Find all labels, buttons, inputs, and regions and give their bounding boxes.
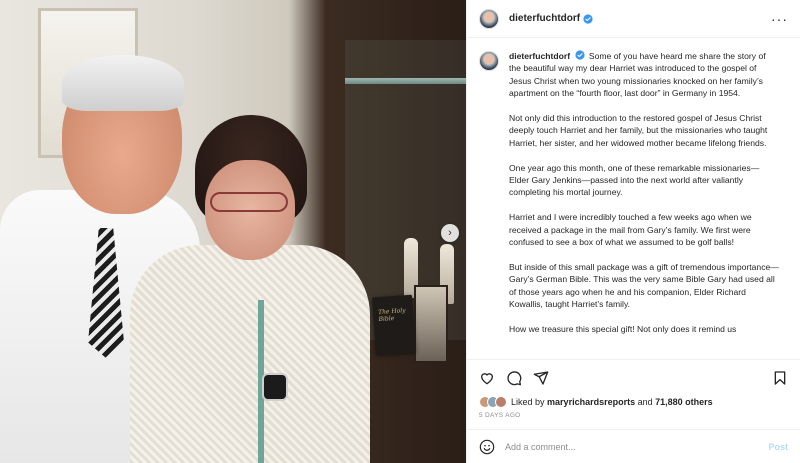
likes-prefix: Liked by (511, 397, 545, 407)
more-icon[interactable]: ··· (771, 11, 788, 27)
caption-paragraph: dieterfuchtdorf Some of you have heard m… (509, 50, 779, 100)
instagram-post: The Holy Bible › dieterfuchtdorf ··· die… (0, 0, 800, 463)
carousel-next-button[interactable]: › (441, 224, 459, 242)
caption-author-link[interactable]: dieterfuchtdorf (509, 51, 570, 61)
caption: dieterfuchtdorf Some of you have heard m… (509, 50, 779, 359)
caption-paragraph: Not only did this introduction to the re… (509, 113, 768, 148)
photo-watch (262, 373, 288, 401)
photo-bible: The Holy Bible (372, 294, 416, 356)
photo-man-hair (62, 55, 184, 111)
verified-icon (574, 50, 585, 60)
caption-paragraph: One year ago this month, one of these re… (509, 162, 760, 198)
likes-count-link[interactable]: 71,880 others (655, 397, 713, 407)
emoji-icon[interactable] (479, 439, 495, 455)
caption-area: dieterfuchtdorf Some of you have heard m… (467, 38, 800, 359)
post-comment-button[interactable]: Post (768, 442, 788, 452)
post-side-panel: dieterfuchtdorf ··· dieterfuchtdorf Some… (466, 0, 800, 463)
username-link[interactable]: dieterfuchtdorf (509, 13, 580, 24)
likes-summary: Liked by maryrichardsreports and 71,880 … (479, 396, 788, 408)
avatar[interactable] (479, 8, 499, 29)
share-icon[interactable] (533, 370, 549, 386)
avatar[interactable] (479, 51, 499, 71)
action-icons (479, 368, 788, 388)
photo-shelf (345, 78, 466, 84)
caption-paragraph: But inside of this small package was a g… (509, 261, 779, 310)
comment-icon[interactable] (506, 370, 522, 386)
caption-paragraph: How we treasure this special gift! Not o… (509, 323, 737, 334)
bible-title: The Holy Bible (377, 307, 406, 324)
photo-glasses (210, 192, 288, 212)
post-actions: Liked by maryrichardsreports and 71,880 … (467, 359, 800, 419)
verified-icon (583, 13, 593, 24)
post-timestamp[interactable]: 5 DAYS AGO (479, 412, 788, 419)
likes-and: and (637, 397, 653, 407)
caption-paragraph: Harriet and I were incredibly touched a … (509, 212, 752, 248)
liker-username-link[interactable]: maryrichardsreports (547, 397, 635, 407)
post-header: dieterfuchtdorf ··· (467, 0, 800, 38)
liker-avatar (495, 396, 507, 408)
post-photo[interactable]: The Holy Bible › (0, 0, 466, 463)
bookmark-icon[interactable] (772, 370, 788, 386)
liker-avatars (479, 396, 507, 408)
comment-input[interactable] (505, 441, 769, 452)
photo-woman-body (130, 245, 370, 463)
photo-frame (414, 285, 448, 363)
comment-bar: Post (467, 429, 800, 463)
chevron-right-icon: › (448, 227, 452, 239)
heart-icon[interactable] (479, 370, 495, 386)
